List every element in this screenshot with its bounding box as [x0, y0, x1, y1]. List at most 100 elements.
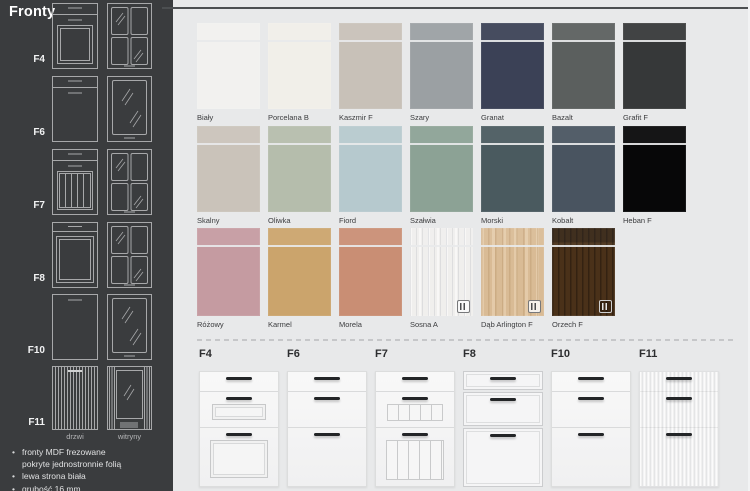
swatch-label: Granat [481, 113, 544, 122]
swatch-label: Sosna A [410, 320, 473, 329]
swatch-bialy: Biały [197, 23, 260, 122]
swatch-label: Skalny [197, 216, 260, 225]
swatch-label: Bazalt [552, 113, 615, 122]
f8-front-image [463, 371, 543, 487]
note-item: • grubość 16 mm [10, 484, 169, 491]
note-text: grubość 16 mm [22, 484, 81, 491]
note-item: • fronty MDF frezowane pokryte jednostro… [10, 447, 169, 470]
catalog-main: Biały Porcelana B Kaszmir F Szary Granat… [173, 0, 750, 491]
drawer-handle [490, 377, 516, 380]
front-row-f10: F10 [0, 294, 173, 360]
front-preview-f11: F11 [639, 347, 719, 487]
color-chip [623, 126, 686, 212]
swatch-label: Oliwka [268, 216, 331, 225]
front-preview-label: F4 [199, 347, 279, 361]
swatch-orzech-f: Orzech F [552, 228, 615, 329]
swatch-kobalt: Kobalt [552, 126, 615, 225]
swatch-label: Karmel [268, 320, 331, 329]
swatch-label: Orzech F [552, 320, 615, 329]
swatch-label: Porcelana B [268, 113, 331, 122]
front-row-label: F11 [0, 417, 45, 428]
swatch-label: Grafit F [623, 113, 686, 122]
swatch-oliwka: Oliwka [268, 126, 331, 225]
swatch-label: Dąb Arlington F [481, 320, 544, 329]
front-row-f8: F8 [0, 222, 173, 288]
front-preview-f4: F4 [199, 347, 279, 487]
front-row-label: F4 [0, 54, 45, 65]
drawer-handle [578, 377, 604, 380]
swatch-morski: Morski [481, 126, 544, 225]
front-preview-f8: F8 [463, 347, 543, 487]
swatch-porcelana-b: Porcelana B [268, 23, 331, 122]
color-chip [268, 228, 331, 316]
swatch-karmel: Karmel [268, 228, 331, 329]
drawer-handle [490, 398, 516, 401]
swatch-heban-f: Heban F [623, 126, 686, 225]
front-preview-label: F11 [639, 347, 719, 361]
bullet: • [10, 484, 22, 491]
color-chip [268, 126, 331, 212]
color-chip [410, 126, 473, 212]
f11-door-thumbnail-icon [52, 366, 98, 430]
drawer-handle [314, 433, 340, 436]
front-preview-label: F7 [375, 347, 455, 361]
color-chip [339, 126, 402, 212]
front-row-f7: F7 [0, 149, 173, 215]
swatch-label: Różowy [197, 320, 260, 329]
drawer-handle [226, 397, 252, 400]
color-chip [339, 228, 402, 316]
color-chip [481, 126, 544, 212]
swatch-szary: Szary [410, 23, 473, 122]
front-row-f4: F4 [0, 3, 173, 69]
swatch-label: Morela [339, 320, 402, 329]
note-text: lewa strona biała [22, 471, 86, 483]
f7-vitrine-thumbnail-icon [107, 149, 152, 215]
swatch-label: Biały [197, 113, 260, 122]
f11-vitrine-thumbnail-icon [107, 366, 152, 430]
f4-front-image [199, 371, 279, 487]
f4-vitrine-thumbnail-icon [107, 3, 152, 69]
color-chip [410, 228, 473, 316]
wood-grain-icon [457, 300, 470, 313]
swatch-label: Morski [481, 216, 544, 225]
swatch-label: Heban F [623, 216, 686, 225]
front-preview-label: F10 [551, 347, 631, 361]
wood-grain-icon [528, 300, 541, 313]
f4-door-thumbnail-icon [52, 3, 98, 69]
swatch-bazalt: Bazalt [552, 23, 615, 122]
front-preview-f6: F6 [287, 347, 367, 487]
swatch-fiord: Fiord [339, 126, 402, 225]
front-preview-f7: F7 [375, 347, 455, 487]
f6-door-thumbnail-icon [52, 76, 98, 142]
front-preview-label: F6 [287, 347, 367, 361]
f8-vitrine-thumbnail-icon [107, 222, 152, 288]
swatch-rozowy: Różowy [197, 228, 260, 329]
drawer-handle [226, 433, 252, 436]
f8-door-thumbnail-icon [52, 222, 98, 288]
color-chip [481, 23, 544, 109]
swatch-label: Fiord [339, 216, 402, 225]
swatch-skalny: Skalny [197, 126, 260, 225]
swatch-szalwia: Szałwia [410, 126, 473, 225]
palette-row-2: Skalny Oliwka Fiord Szałwia Morski Kobal… [197, 126, 686, 225]
color-chip [197, 23, 260, 109]
swatch-morela: Morela [339, 228, 402, 329]
vitrines-column-label: witryny [107, 432, 152, 441]
color-chip [268, 23, 331, 109]
f10-vitrine-thumbnail-icon [107, 294, 152, 360]
drawer-handle [226, 377, 252, 380]
front-row-label: F6 [0, 127, 45, 138]
color-chip [481, 228, 544, 316]
swatch-dab-arlington-f: Dąb Arlington F [481, 228, 544, 329]
f6-front-image [287, 371, 367, 487]
drawer-handle [402, 433, 428, 436]
drawer-handle [490, 434, 516, 437]
swatch-sosna-a: Sosna A [410, 228, 473, 329]
dashed-separator [197, 339, 737, 341]
swatch-granat: Granat [481, 23, 544, 122]
front-row-label: F7 [0, 200, 45, 211]
bullet: • [10, 471, 22, 483]
swatch-label: Szałwia [410, 216, 473, 225]
drawer-handle [402, 377, 428, 380]
f7-front-image [375, 371, 455, 487]
